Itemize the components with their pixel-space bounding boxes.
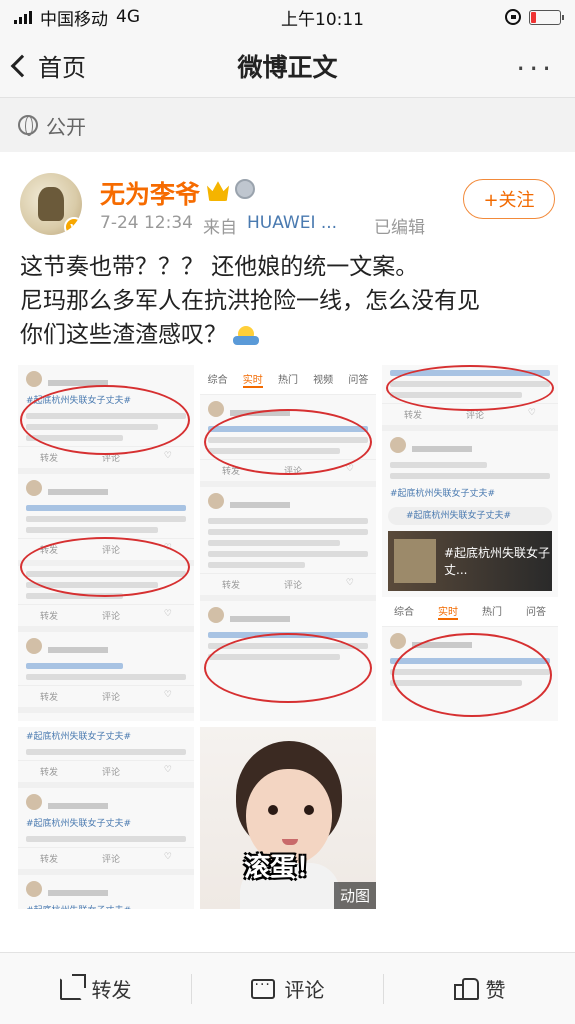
highlight-ring — [204, 633, 372, 703]
screenshot-post: #起底杭州失联女子丈夫# 转发 评论 ♡ — [18, 788, 194, 875]
gif-caption: 滚蛋！ — [244, 853, 323, 883]
comment-icon — [250, 977, 275, 999]
post-text: 这节奏也带？？？ 还他娘的统一文案。 尼玛那么多军人在抗洪抢险一线，怎么没有见 … — [20, 250, 560, 352]
username[interactable]: 无为李爷 — [100, 175, 200, 211]
image-thumbnail[interactable]: 转发 评论 ♡ #起底杭州失联女子丈夫# #起底杭州失联女子丈夫# #起底杭州失联女… — [382, 365, 558, 721]
post-text-line-content: 你们这些渣渣感叹？ — [20, 322, 227, 348]
thumbs-up-icon — [453, 977, 479, 1000]
crown-icon — [207, 181, 229, 201]
screenshot-post: #起底杭州失联女子丈夫# 转发 评论 ♡ — [18, 727, 194, 788]
carrier-label: 中国移动 — [40, 9, 108, 30]
status-bar: 中国移动 4G 上午10:11 — [0, 0, 575, 34]
highlight-ring — [20, 537, 190, 597]
post-date: 7-24 12:34 — [100, 213, 193, 233]
screenshot-post: 转发 评论 ♡ — [200, 487, 376, 601]
image-grid: #起底杭州失联女子丈夫# 转发 评论 ♡ 转发 评论 ♡ 转发 评论 ♡ 转发 评论 ♡ 综合 … — [18, 365, 558, 910]
screenshot-post: 转发 评论 ♡ — [18, 632, 194, 713]
screenshot-tabs: 综合 实时 热门 视频 问答 — [200, 365, 376, 395]
rotation-lock-icon — [505, 9, 521, 25]
repost-label: 转发 — [91, 978, 132, 1002]
chevron-left-icon — [10, 54, 34, 77]
clock: 上午10:11 — [281, 9, 364, 30]
follow-button[interactable]: +关注 — [463, 179, 555, 219]
screenshot-tabs: 综合 实时 热门 问答 — [382, 597, 558, 627]
image-thumbnail[interactable]: 综合 实时 热门 视频 问答 转发 评论 ♡ 转发 评论 ♡ — [200, 365, 376, 721]
highlight-ring — [392, 633, 552, 717]
post-text-line: 你们这些渣渣感叹？ — [20, 318, 560, 352]
post-meta: 7-24 12:34 来自 HUAWEI ... — [100, 213, 337, 238]
repost-button[interactable]: 转发 — [0, 973, 191, 1003]
nav-bar: 首页 微博正文 ··· — [0, 34, 575, 98]
screenshot-post: #起底杭州失联女子丈夫# — [382, 431, 558, 501]
highlight-ring — [386, 365, 554, 411]
post-source[interactable]: HUAWEI ... — [247, 213, 337, 238]
screenshot-banner: #起底杭州失联女子丈... — [388, 531, 552, 591]
post-header: v 无为李爷 7-24 12:34 来自 HUAWEI ... 已编辑 +关注 — [0, 165, 575, 245]
gif-thumbnail[interactable]: 滚蛋！ 动图 — [200, 727, 376, 909]
visibility-label: 公开 — [46, 114, 86, 139]
post-text-line: 尼玛那么多军人在抗洪抢险一线，怎么没有见 — [20, 288, 480, 314]
image-thumbnail[interactable]: #起底杭州失联女子丈夫# 转发评论♡ #起底杭州失联女子丈夫# 转发评论♡ #起… — [18, 727, 194, 909]
more-button[interactable]: ··· — [516, 52, 555, 85]
status-left: 中国移动 4G — [14, 5, 140, 30]
share-icon — [59, 973, 86, 1000]
back-label: 首页 — [38, 54, 86, 82]
visibility-row: 公开 — [0, 98, 575, 152]
network-label: 4G — [116, 7, 140, 27]
comment-label: 评论 — [284, 978, 325, 1002]
status-right — [505, 9, 564, 25]
screenshot-post: #起底杭州失联女子丈夫# — [18, 875, 194, 909]
edited-label[interactable]: 已编辑 — [374, 213, 425, 238]
like-label: 赞 — [485, 978, 506, 1002]
globe-icon — [18, 115, 38, 136]
avatar-figure — [38, 187, 64, 221]
highlight-ring — [20, 385, 190, 455]
battery-icon — [529, 9, 564, 25]
gif-badge: 动图 — [333, 882, 376, 909]
medal-icon — [235, 179, 255, 199]
verified-badge-icon: v — [64, 217, 82, 235]
like-button[interactable]: 赞 — [384, 974, 575, 1003]
comment-button[interactable]: 评论 — [192, 974, 383, 1003]
post-text-line: 这节奏也带？？？ 还他娘的统一文案。 — [20, 254, 419, 280]
avatar[interactable]: v — [20, 173, 82, 235]
signal-icon — [14, 10, 32, 24]
screenshot-search: #起底杭州失联女子丈夫# — [388, 507, 552, 525]
page-title: 微博正文 — [237, 52, 338, 82]
back-button[interactable]: 首页 — [10, 48, 86, 83]
bottom-toolbar: 转发 评论 赞 — [0, 952, 575, 1024]
source-prefix: 来自 — [202, 218, 237, 238]
image-thumbnail[interactable]: #起底杭州失联女子丈夫# 转发 评论 ♡ 转发 评论 ♡ 转发 评论 ♡ 转发 评论 ♡ — [18, 365, 194, 721]
highlight-ring — [204, 409, 372, 475]
shrug-emoji-icon — [233, 324, 259, 348]
